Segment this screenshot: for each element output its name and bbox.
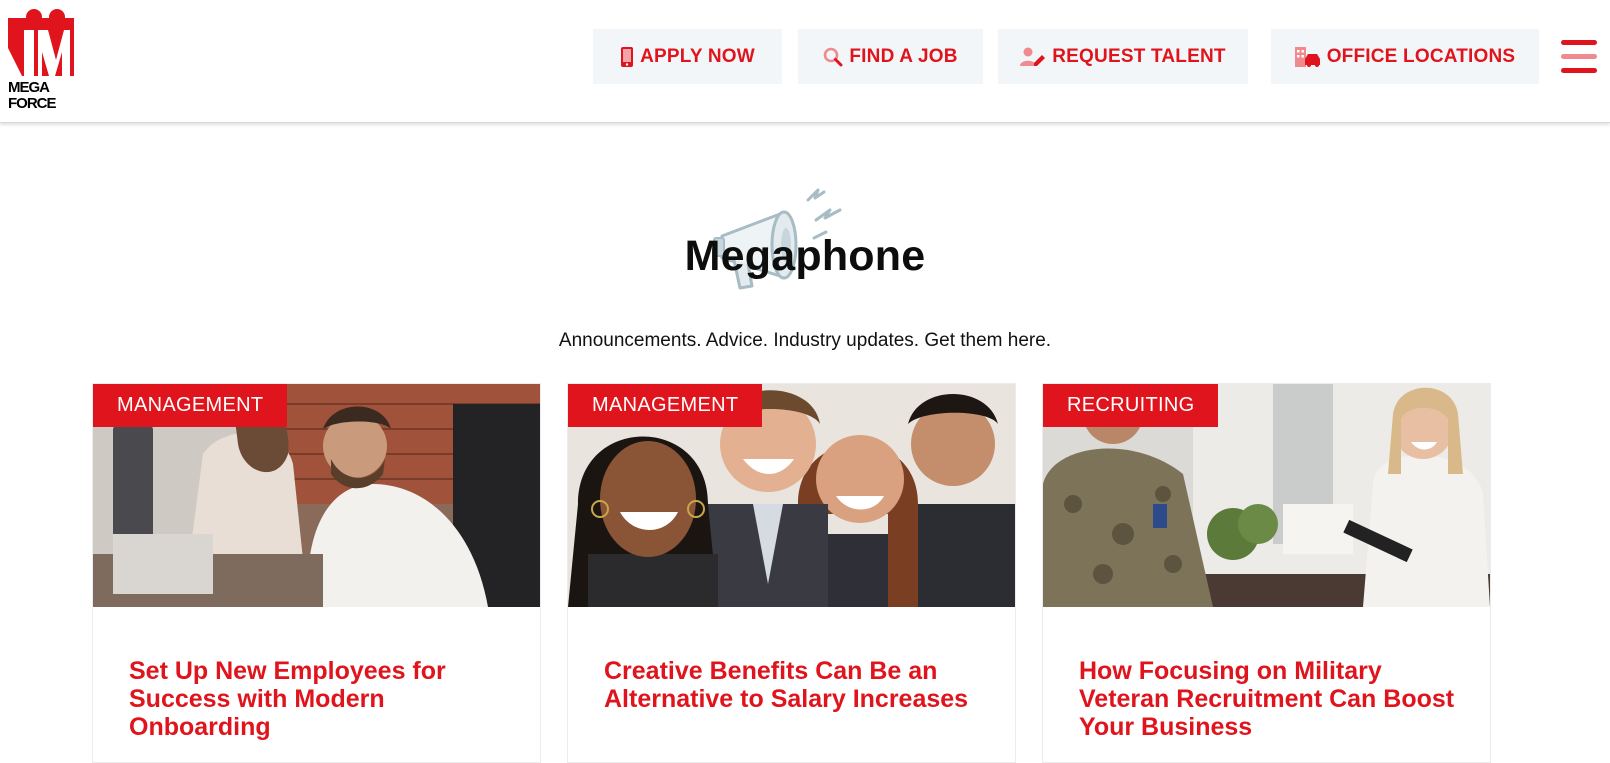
site-header: MEGA FORCE APPLY NOW FIND A JOB REQUEST … (0, 0, 1610, 123)
post-category-tag[interactable]: RECRUITING (1043, 384, 1219, 427)
phone-icon (621, 46, 634, 67)
post-category-tag[interactable]: MANAGEMENT (568, 384, 763, 427)
logo-line-1: MEGA (8, 79, 50, 96)
apply-now-button[interactable]: APPLY NOW (593, 29, 782, 84)
megaforce-logo[interactable]: MEGA FORCE (8, 8, 74, 112)
post-title[interactable]: How Focusing on Military Veteran Recruit… (1079, 657, 1459, 741)
post-card[interactable]: MANAGEMENT Creative Benefits Can Be an A… (567, 383, 1016, 763)
menu-bar-middle (1561, 54, 1597, 59)
post-card[interactable]: MANAGEMENT Set Up New Employees for Succ… (92, 383, 541, 763)
menu-bar-bottom (1561, 68, 1597, 73)
apply-now-label: APPLY NOW (640, 45, 755, 67)
page-subtitle: Announcements. Advice. Industry updates.… (558, 330, 1052, 351)
user-edit-icon (1020, 47, 1046, 66)
search-icon (824, 47, 843, 66)
find-a-job-button[interactable]: FIND A JOB (798, 29, 983, 84)
post-card[interactable]: RECRUITING How Focusing on Military Vete… (1042, 383, 1491, 763)
logo-line-2: FORCE (8, 95, 57, 112)
request-talent-label: REQUEST TALENT (1052, 45, 1226, 67)
find-a-job-label: FIND A JOB (849, 45, 958, 67)
post-category-tag[interactable]: MANAGEMENT (93, 384, 288, 427)
building-car-icon (1294, 46, 1320, 67)
page-title: Megaphone (684, 232, 926, 280)
request-talent-button[interactable]: REQUEST TALENT (998, 29, 1248, 84)
logo-mark-icon (8, 9, 74, 76)
logo-wordmark: MEGA FORCE (8, 80, 78, 112)
post-title[interactable]: Set Up New Employees for Success with Mo… (129, 657, 509, 741)
menu-bar-top (1561, 40, 1597, 45)
post-title[interactable]: Creative Benefits Can Be an Alternative … (604, 657, 984, 713)
office-locations-button[interactable]: OFFICE LOCATIONS (1271, 29, 1539, 84)
hamburger-menu-icon[interactable] (1561, 40, 1597, 74)
office-locations-label: OFFICE LOCATIONS (1326, 45, 1516, 67)
